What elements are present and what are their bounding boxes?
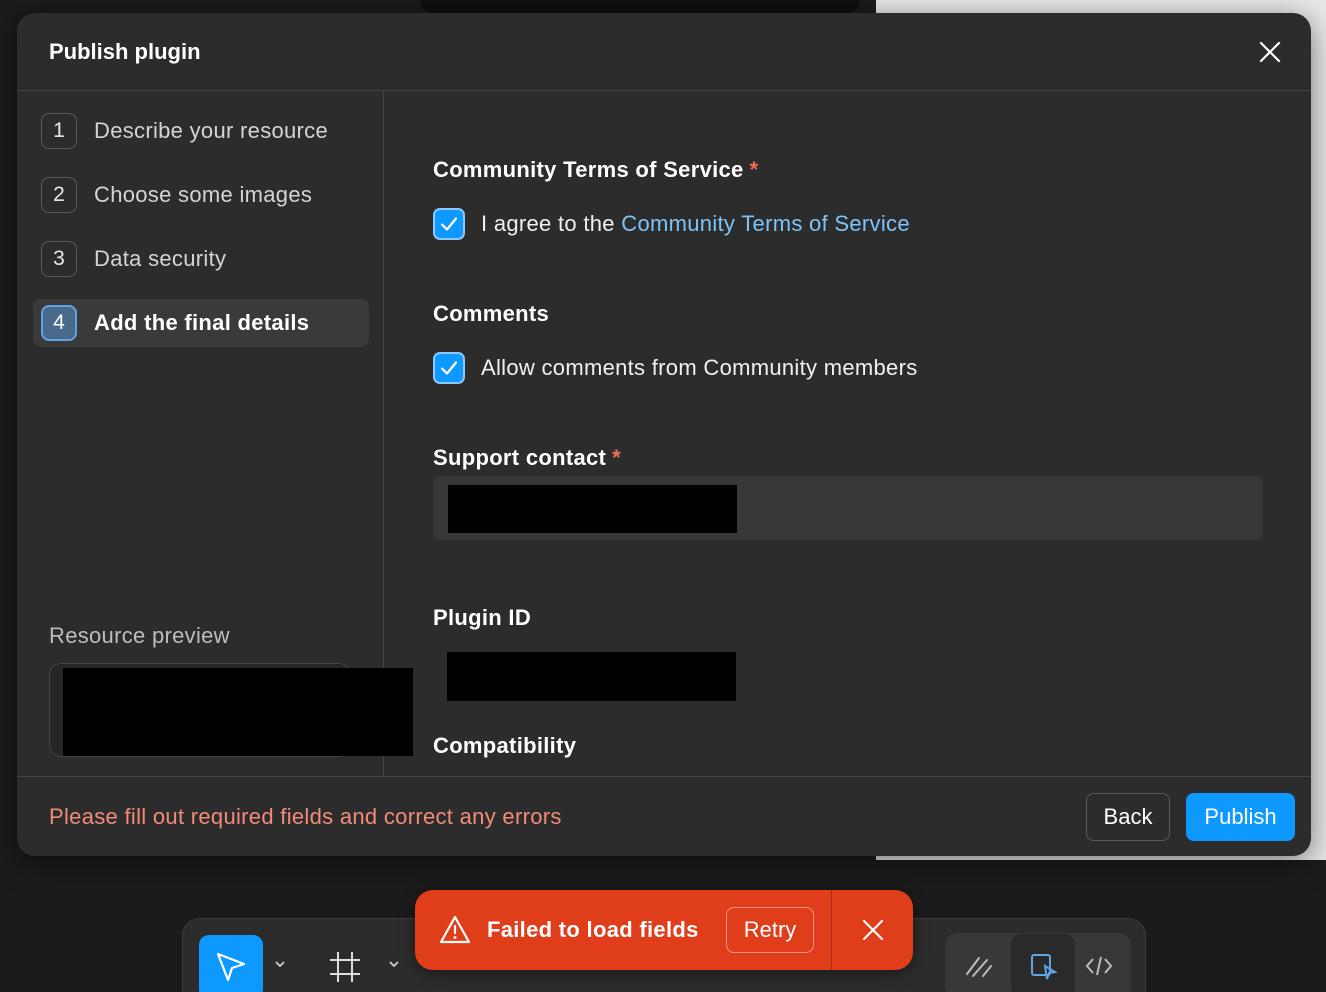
modal-title: Publish plugin (49, 39, 201, 64)
form-error-message: Please fill out required fields and corr… (49, 804, 562, 829)
chevron-down-icon[interactable] (273, 957, 287, 971)
move-tool-button[interactable] (199, 935, 263, 992)
dev-mode-icon (1031, 954, 1058, 980)
redacted-block (448, 485, 737, 533)
code-icon (1085, 956, 1113, 976)
step-final-details[interactable]: 4 Add the final details (33, 299, 369, 347)
terms-link[interactable]: Community Terms of Service (621, 211, 910, 236)
resource-preview-card (49, 663, 413, 757)
step-describe-resource[interactable]: 1 Describe your resource (33, 107, 369, 155)
publish-button[interactable]: Publish (1186, 793, 1295, 841)
move-tool-icon (216, 952, 246, 982)
modal-footer: Please fill out required fields and corr… (17, 776, 1311, 856)
support-title-text: Support contact (433, 445, 607, 470)
dev-mode-button[interactable] (1011, 934, 1075, 992)
terms-checkbox-label: I agree to the Community Terms of Servic… (481, 211, 910, 237)
comments-checkbox-row: Allow comments from Community members (433, 352, 918, 384)
comments-checkbox[interactable] (433, 352, 465, 384)
comments-checkbox-label: Allow comments from Community members (481, 355, 918, 380)
warning-icon (439, 915, 471, 944)
draw-icon (966, 957, 992, 977)
step-label: Add the final details (94, 310, 310, 335)
resource-preview-label: Resource preview (49, 623, 230, 648)
step-number: 1 (41, 113, 77, 149)
step-data-security[interactable]: 3 Data security (33, 235, 369, 283)
step-label: Choose some images (94, 182, 313, 207)
toast-message: Failed to load fields (487, 917, 699, 942)
toast-close-button[interactable] (832, 890, 913, 970)
form-content: Community Terms of Service * I agree to t… (385, 91, 1311, 776)
close-icon (862, 919, 883, 941)
terms-checkbox[interactable] (433, 208, 465, 240)
step-label: Describe your resource (94, 118, 329, 143)
step-number: 2 (41, 177, 77, 213)
error-toast: Failed to load fields Retry (415, 890, 913, 970)
plugin-id-redacted (447, 652, 736, 701)
mode-switch-group (945, 933, 1131, 992)
steps-sidebar: 1 Describe your resource 2 Choose some i… (17, 91, 413, 776)
terms-title: Community Terms of Service * (433, 157, 758, 183)
step-choose-images[interactable]: 2 Choose some images (33, 171, 369, 219)
draw-mode-button[interactable] (947, 934, 1011, 992)
publish-plugin-modal: Publish plugin 1 Describe your resource … (17, 13, 1311, 856)
close-icon (1259, 41, 1281, 63)
plugin-id-title: Plugin ID (433, 605, 532, 630)
chevron-down-icon[interactable] (387, 957, 401, 971)
top-bar-background (420, 0, 860, 14)
compatibility-title: Compatibility (433, 733, 577, 758)
modal-header: Publish plugin (17, 13, 1311, 91)
code-button[interactable] (1067, 934, 1131, 992)
retry-button[interactable]: Retry (726, 907, 814, 953)
frame-tool-button[interactable] (313, 935, 377, 992)
back-button[interactable]: Back (1086, 793, 1170, 841)
required-mark: * (749, 157, 759, 182)
step-number: 4 (41, 305, 77, 341)
required-mark: * (612, 445, 622, 470)
comments-title: Comments (433, 301, 550, 326)
terms-prefix: I agree to the (481, 211, 615, 236)
support-contact-input[interactable] (433, 476, 1263, 540)
terms-checkbox-row: I agree to the Community Terms of Servic… (433, 208, 910, 240)
close-button[interactable] (1255, 37, 1285, 67)
support-contact-title: Support contact * (433, 445, 621, 471)
redacted-block (63, 668, 413, 756)
step-label: Data security (94, 246, 227, 271)
checkmark-icon (440, 217, 458, 231)
step-number: 3 (41, 241, 77, 277)
checkmark-icon (440, 361, 458, 375)
frame-tool-icon (330, 952, 360, 982)
terms-title-text: Community Terms of Service (433, 157, 744, 182)
